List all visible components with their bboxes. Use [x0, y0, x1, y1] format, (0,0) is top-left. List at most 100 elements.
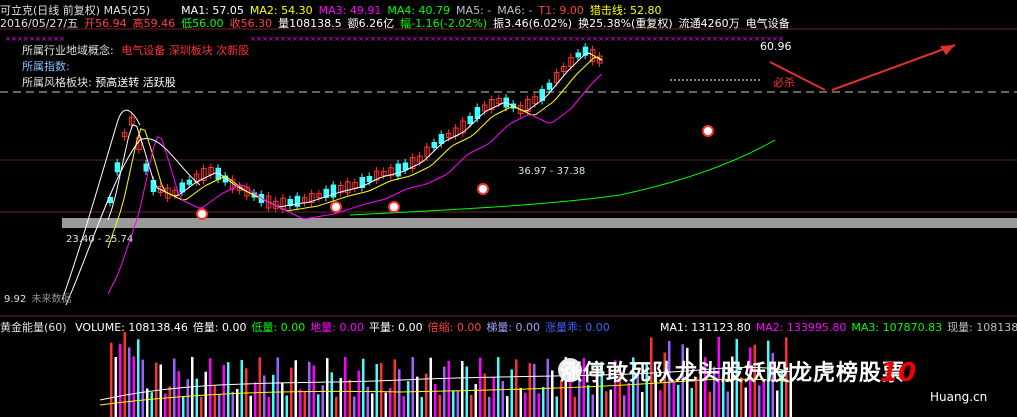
x-marker: ×	[5, 35, 11, 43]
candle-body	[431, 142, 437, 148]
buy-marker-2	[388, 201, 400, 213]
volume-bar	[398, 369, 401, 417]
x-marker: ×	[358, 35, 364, 43]
x-marker: ×	[706, 35, 712, 43]
x-marker: ×	[466, 35, 472, 43]
x-marker: ×	[748, 35, 754, 43]
volume-bar	[744, 387, 747, 417]
x-marker: ×	[604, 35, 610, 43]
volume-bar	[384, 392, 387, 417]
site-logo: 10	[880, 358, 917, 388]
volume-bar	[245, 368, 248, 417]
volume-bar	[308, 361, 311, 417]
volume-bar	[231, 391, 234, 417]
volume-bar	[380, 363, 383, 417]
volume-bar	[344, 357, 347, 417]
x-marker: ×	[592, 35, 598, 43]
x-marker: ×	[652, 35, 658, 43]
x-marker: ×	[640, 35, 646, 43]
x-marker: ×	[436, 35, 442, 43]
x-marker: ×	[484, 35, 490, 43]
x-marker: ×	[41, 35, 47, 43]
volume-bar	[182, 396, 185, 417]
x-marker: ×	[262, 35, 268, 43]
x-marker: ×	[556, 35, 562, 43]
x-marker: ×	[508, 35, 514, 43]
volume-bar	[240, 359, 243, 417]
volume-bar	[456, 390, 459, 417]
x-marker: ×	[310, 35, 316, 43]
volume-bar	[389, 388, 392, 417]
volume-bar	[218, 394, 221, 417]
x-marker: ×	[754, 35, 760, 43]
x-marker: ×	[562, 35, 568, 43]
volume-bar	[497, 357, 500, 417]
x-marker: ×	[256, 35, 262, 43]
volume-bar	[321, 385, 324, 417]
x-marker: ×	[700, 35, 706, 43]
volume-indicator-header: 黄金能量(60) VOLUME: 108138.46 倍量: 0.00 低量: 0.…	[0, 319, 1017, 335]
volume-bar	[573, 396, 576, 417]
volume-bar	[209, 358, 212, 417]
x-marker: ×	[268, 35, 274, 43]
x-marker: ×	[322, 35, 328, 43]
volume-bar	[150, 392, 153, 417]
volume-bar	[303, 391, 306, 417]
x-marker: ×	[430, 35, 436, 43]
volume-profile-bar	[62, 218, 1017, 228]
volume-bar	[164, 393, 167, 417]
volume-indicator-title[interactable]: 黄金能量(60)	[0, 321, 67, 334]
volume-bar	[528, 363, 531, 417]
x-marker: ×	[346, 35, 352, 43]
volume-bar	[132, 356, 135, 417]
x-marker: ×	[442, 35, 448, 43]
x-marker: ×	[586, 35, 592, 43]
sell-label: 必杀	[773, 76, 795, 89]
volume-bar	[249, 395, 252, 417]
x-marker: ×	[490, 35, 496, 43]
x-marker: ×	[460, 35, 466, 43]
x-marker: ×	[688, 35, 694, 43]
volume-bar	[137, 339, 140, 417]
volume-bar	[299, 389, 302, 417]
volume-ma-item-2: MA3: 107870.83	[851, 321, 943, 334]
x-marker: ×	[670, 35, 676, 43]
volume-bar	[227, 362, 230, 417]
x-marker: ×	[718, 35, 724, 43]
volume-bar	[222, 364, 225, 417]
volume-bar	[177, 371, 180, 417]
x-marker: ×	[59, 35, 65, 43]
volume-ma-item-3: 现量: 108138.4	[947, 321, 1017, 334]
volume-bar	[492, 376, 495, 417]
x-marker: ×	[712, 35, 718, 43]
x-marker: ×	[424, 35, 430, 43]
volume-bar	[519, 387, 522, 417]
volume-bar	[128, 347, 131, 417]
x-marker: ×	[274, 35, 280, 43]
x-marker: ×	[580, 35, 586, 43]
volume-bar	[326, 358, 329, 417]
volume-bar	[258, 357, 261, 417]
x-marker: ×	[496, 35, 502, 43]
buy-marker-0	[196, 208, 208, 220]
x-marker: ×	[382, 35, 388, 43]
candle-body	[546, 82, 553, 90]
volume-bar	[159, 364, 162, 417]
x-marker: ×	[280, 35, 286, 43]
candle-body	[186, 179, 193, 185]
volume-item-6: 梯量: 0.00	[486, 321, 541, 334]
x-marker: ×	[340, 35, 346, 43]
volume-bar	[272, 374, 275, 417]
x-marker: ×	[17, 35, 23, 43]
x-marker: ×	[634, 35, 640, 43]
volume-bar	[339, 377, 342, 417]
volume-bar	[114, 356, 117, 417]
candle-body	[143, 163, 149, 172]
volume-bar	[267, 396, 270, 417]
x-marker: ×	[676, 35, 682, 43]
volume-bar	[155, 362, 158, 417]
peak-price-label: 60.96	[760, 40, 792, 53]
volume-bar	[605, 391, 608, 417]
volume-bar	[776, 390, 779, 417]
x-marker: ×	[478, 35, 484, 43]
